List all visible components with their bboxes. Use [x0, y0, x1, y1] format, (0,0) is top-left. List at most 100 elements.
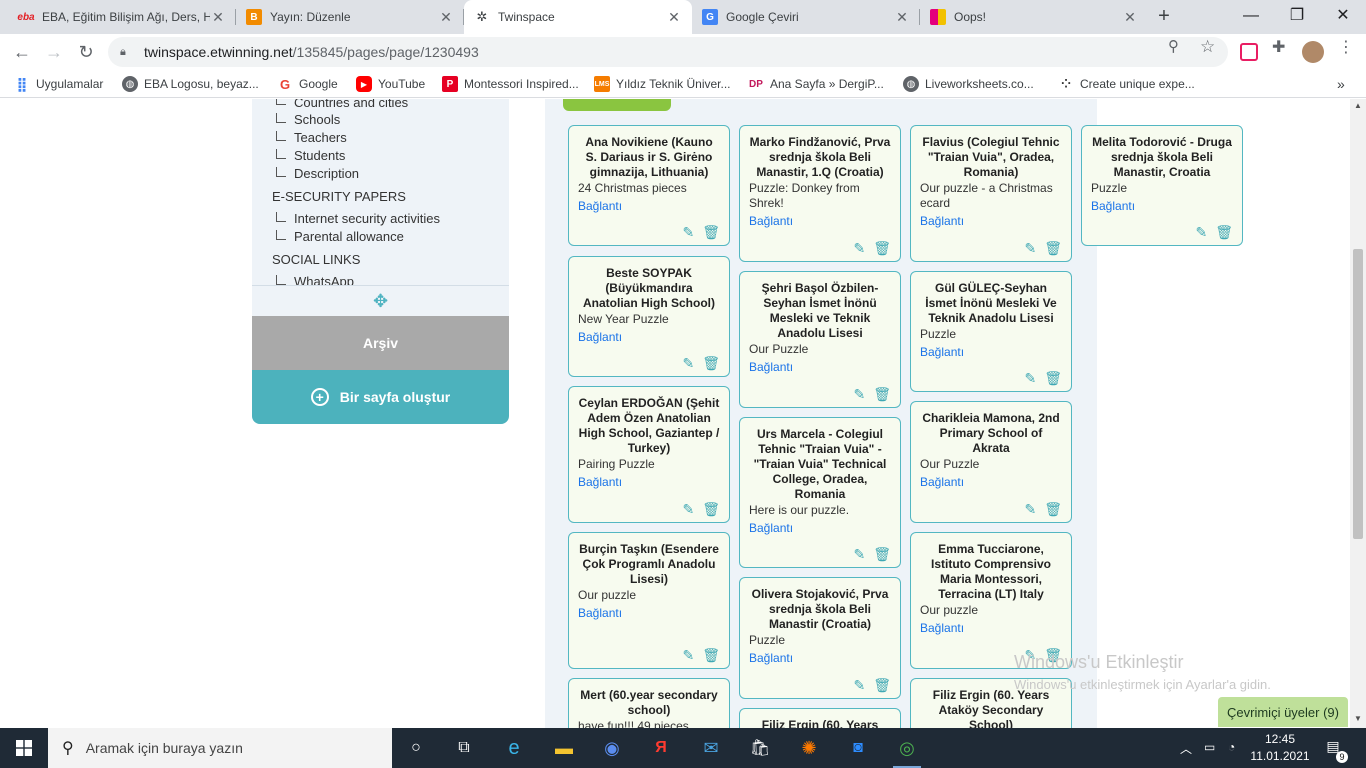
post-link[interactable]: Bağlantı — [920, 475, 1062, 490]
trash-icon[interactable]: 🗑︎ — [1044, 240, 1062, 256]
create-page-button[interactable]: + Bir sayfa oluştur — [252, 370, 509, 424]
trash-icon[interactable]: 🗑︎ — [702, 355, 720, 371]
yandex-icon[interactable]: Я — [647, 734, 675, 762]
post-link[interactable]: Bağlantı — [749, 214, 891, 229]
bookmark-create-unique[interactable]: ⁘ Create unique expe... — [1058, 75, 1195, 93]
post-link[interactable]: Bağlantı — [749, 651, 891, 666]
avast-icon[interactable]: ✺ — [795, 734, 823, 762]
bookmark-montessori[interactable]: P Montessori Inspired... — [442, 75, 579, 93]
taskbar-search-input[interactable]: ⚲ Aramak için buraya yazın — [48, 728, 392, 768]
zoom-app-icon[interactable]: ◙ — [844, 734, 872, 762]
trash-icon[interactable]: 🗑︎ — [1044, 501, 1062, 517]
tree-section-heading[interactable]: SOCIAL LINKS — [272, 251, 360, 269]
post-card[interactable]: Filiz Ergin (60. Years — [739, 708, 901, 728]
post-link[interactable]: Bağlantı — [578, 199, 720, 214]
tree-item[interactable]: WhatsApp — [294, 273, 354, 285]
start-button[interactable] — [0, 728, 48, 768]
tree-item[interactable]: Schools — [294, 111, 340, 129]
tray-overflow-chevron-icon[interactable]: ︿ — [1180, 740, 1192, 757]
chrome-icon[interactable]: ◎ — [893, 734, 921, 768]
reload-button[interactable]: ↻ — [74, 40, 98, 64]
move-handle-icon[interactable]: ✥ — [252, 285, 509, 316]
trash-icon[interactable]: 🗑︎ — [873, 386, 891, 402]
post-card[interactable]: Urs Marcela - Colegiul Tehnic "Traian Vu… — [739, 417, 901, 568]
post-link[interactable]: Bağlantı — [920, 214, 1062, 229]
post-card[interactable]: Mert (60.year secondary school) have fun… — [568, 678, 730, 728]
tab-google-translate[interactable]: G Google Çeviri ✕ — [692, 0, 920, 34]
archive-button[interactable]: Arşiv — [252, 316, 509, 370]
trash-icon[interactable]: 🗑︎ — [873, 240, 891, 256]
post-card[interactable]: Charikleia Mamona, 2nd Primary School of… — [910, 401, 1072, 523]
edit-pencil-icon[interactable]: ✎ — [1024, 501, 1036, 517]
scroll-up-arrow-icon[interactable]: ▲ — [1350, 101, 1366, 110]
extension-icon[interactable] — [1240, 43, 1258, 61]
trash-icon[interactable]: 🗑︎ — [873, 546, 891, 562]
bookmark-liveworksheets[interactable]: ◍ Liveworksheets.co... — [903, 75, 1034, 93]
profile-avatar[interactable] — [1302, 41, 1324, 63]
tree-item[interactable]: Parental allowance — [294, 228, 404, 246]
tab-twinspace[interactable]: ✲ Twinspace ✕ — [464, 0, 692, 34]
post-card[interactable]: Flavius (Colegiul Tehnic "Traian Vuia", … — [910, 125, 1072, 262]
page-scrollbar[interactable]: ▲ ▼ — [1350, 99, 1366, 728]
close-tab-icon[interactable]: ✕ — [1122, 9, 1138, 26]
trash-icon[interactable]: 🗑︎ — [702, 224, 720, 240]
address-bar[interactable]: 🔒︎ twinspace.etwinning.net/135845/pages/… — [108, 37, 1228, 67]
tree-section-heading[interactable]: E-SECURITY PAPERS — [272, 188, 406, 206]
close-tab-icon[interactable]: ✕ — [438, 9, 454, 26]
trash-icon[interactable]: 🗑︎ — [1044, 370, 1062, 386]
post-card[interactable]: Ana Novikiene (Kauno S. Dariaus ir S. Gi… — [568, 125, 730, 246]
post-card[interactable]: Marko Findžanović, Prva srednja škola Be… — [739, 125, 901, 262]
edit-pencil-icon[interactable]: ✎ — [682, 355, 694, 371]
post-card[interactable]: Olivera Stojaković, Prva srednja škola B… — [739, 577, 901, 699]
post-link[interactable]: Bağlantı — [578, 475, 720, 490]
tree-item[interactable]: Internet security activities — [294, 210, 440, 228]
bookmarks-overflow-icon[interactable]: » — [1337, 75, 1345, 93]
edit-pencil-icon[interactable]: ✎ — [853, 386, 865, 402]
edit-pencil-icon[interactable]: ✎ — [682, 224, 694, 240]
tree-item[interactable]: Description — [294, 165, 359, 183]
tree-item[interactable]: Students — [294, 147, 345, 165]
edit-pencil-icon[interactable]: ✎ — [853, 546, 865, 562]
close-window-button[interactable]: ✕ — [1320, 0, 1366, 34]
extensions-puzzle-icon[interactable]: ✚ — [1272, 37, 1285, 57]
bookmark-dergipark[interactable]: DP Ana Sayfa » DergiP... — [748, 75, 884, 93]
post-card[interactable]: Şehri Başol Özbilen-Seyhan İsmet İnönü M… — [739, 271, 901, 408]
notification-center-icon[interactable]: ▤ 9 — [1322, 738, 1348, 763]
zoom-icon[interactable]: ⚲ — [1168, 37, 1179, 55]
edit-pencil-icon[interactable]: ✎ — [1024, 370, 1036, 386]
back-button[interactable]: ← — [10, 40, 34, 64]
post-card[interactable]: Gül GÜLEÇ-Seyhan İsmet İnönü Mesleki Ve … — [910, 271, 1072, 392]
tab-oops[interactable]: Oops! ✕ — [920, 0, 1148, 34]
edit-pencil-icon[interactable]: ✎ — [682, 647, 694, 663]
post-link[interactable]: Bağlantı — [1091, 199, 1233, 214]
scroll-down-arrow-icon[interactable]: ▼ — [1350, 714, 1366, 723]
bookmark-youtube[interactable]: ▶ YouTube — [356, 75, 425, 93]
cortana-icon[interactable]: ○ — [402, 734, 430, 762]
battery-icon[interactable]: ▭ — [1204, 740, 1215, 754]
post-card[interactable]: Melita Todorović - Druga srednja škola B… — [1081, 125, 1243, 246]
close-tab-icon[interactable]: ✕ — [666, 9, 682, 26]
chromium-icon[interactable]: ◉ — [598, 734, 626, 762]
post-link[interactable]: Bağlantı — [920, 621, 1062, 636]
store-icon[interactable]: 🛍︎ — [746, 734, 774, 762]
online-members-button[interactable]: Çevrimiçi üyeler (9) — [1218, 697, 1348, 727]
tab-eba[interactable]: eba EBA, Eğitim Bilişim Ağı, Ders, Haber… — [8, 0, 236, 34]
edit-pencil-icon[interactable]: ✎ — [853, 240, 865, 256]
post-card[interactable]: Ceylan ERDOĞAN (Şehit Adem Özen Anatolia… — [568, 386, 730, 523]
scrollbar-thumb[interactable] — [1353, 249, 1363, 539]
trash-icon[interactable]: 🗑︎ — [702, 647, 720, 663]
trash-icon[interactable]: 🗑︎ — [873, 677, 891, 693]
post-link[interactable]: Bağlantı — [578, 606, 720, 621]
post-link[interactable]: Bağlantı — [920, 345, 1062, 360]
edge-icon[interactable]: e — [500, 734, 528, 762]
edit-pencil-icon[interactable]: ✎ — [1195, 224, 1207, 240]
post-link[interactable]: Bağlantı — [749, 360, 891, 375]
tab-blogger[interactable]: B Yayın: Düzenle ✕ — [236, 0, 464, 34]
bookmark-eba-logo[interactable]: ◍ EBA Logosu, beyaz... — [122, 75, 259, 93]
more-menu-icon[interactable]: ⋮ — [1338, 37, 1354, 57]
maximize-button[interactable]: ❐ — [1274, 0, 1320, 34]
wifi-icon[interactable]: ◔ — [1228, 740, 1235, 754]
edit-pencil-icon[interactable]: ✎ — [682, 501, 694, 517]
task-view-icon[interactable]: ⧉ — [450, 734, 478, 762]
trash-icon[interactable]: 🗑︎ — [1215, 224, 1233, 240]
